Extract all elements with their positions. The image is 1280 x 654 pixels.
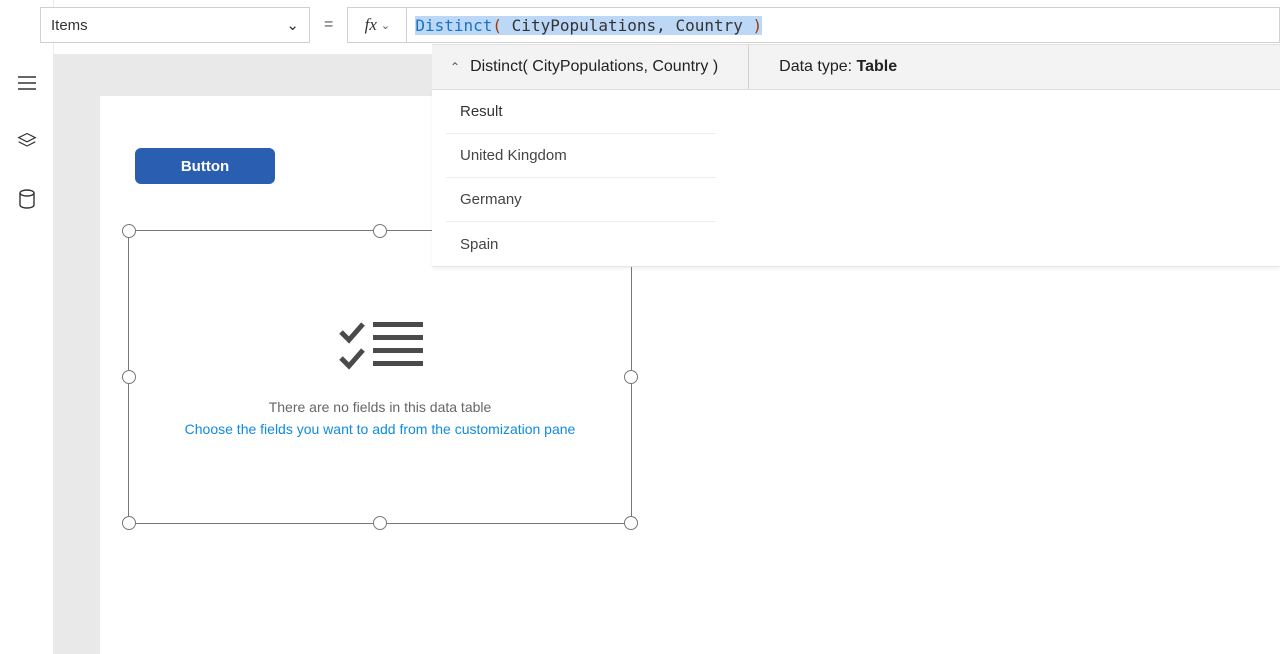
formula-bar: Items ⌄ = fx ⌄ Distinct( CityPopulations… (40, 6, 1280, 44)
result-header: Result (446, 90, 716, 134)
data-type-value: Table (857, 58, 898, 75)
data-table-hint-link[interactable]: Choose the fields you want to add from t… (185, 421, 576, 437)
result-row[interactable]: United Kingdom (446, 134, 716, 178)
chevron-down-icon: ⌄ (381, 19, 390, 32)
fx-icon: fx (365, 15, 377, 35)
formula-token-paren: ) (753, 16, 763, 35)
left-rail (0, 0, 54, 654)
property-dropdown[interactable]: Items ⌄ (40, 7, 310, 43)
result-row[interactable]: Germany (446, 178, 716, 222)
formula-token-func: Distinct (415, 16, 492, 35)
checklist-icon (335, 318, 425, 379)
data-table-placeholder: There are no fields in this data table C… (129, 231, 631, 523)
formula-token-paren: ( (492, 16, 511, 35)
property-dropdown-value: Items (51, 17, 88, 34)
tree-view-icon[interactable] (16, 130, 38, 152)
equals-sign: = (324, 16, 333, 34)
formula-token-arg: Country (675, 16, 752, 35)
button-control[interactable]: Button (135, 148, 275, 184)
formula-input[interactable]: Distinct( CityPopulations, Country ) (407, 7, 1280, 43)
formula-token-comma: , (656, 16, 675, 35)
result-row[interactable]: Spain (446, 222, 716, 266)
data-table-control[interactable]: There are no fields in this data table C… (128, 230, 632, 524)
data-icon[interactable] (16, 188, 38, 210)
formula-signature: Distinct( CityPopulations, Country ) (470, 45, 749, 89)
formula-result-list: Result United Kingdom Germany Spain (432, 90, 1280, 267)
formula-result-bar: ⌃ Distinct( CityPopulations, Country ) D… (432, 44, 1280, 90)
formula-token-arg: CityPopulations (512, 16, 657, 35)
data-type-prefix: Data type: (779, 58, 856, 75)
data-type-label: Data type: Table (779, 58, 897, 76)
collapse-icon[interactable]: ⌃ (450, 60, 460, 74)
hamburger-icon[interactable] (16, 72, 38, 94)
fx-button[interactable]: fx ⌄ (347, 7, 407, 43)
data-table-empty-msg: There are no fields in this data table (269, 399, 492, 415)
chevron-down-icon: ⌄ (286, 16, 299, 34)
